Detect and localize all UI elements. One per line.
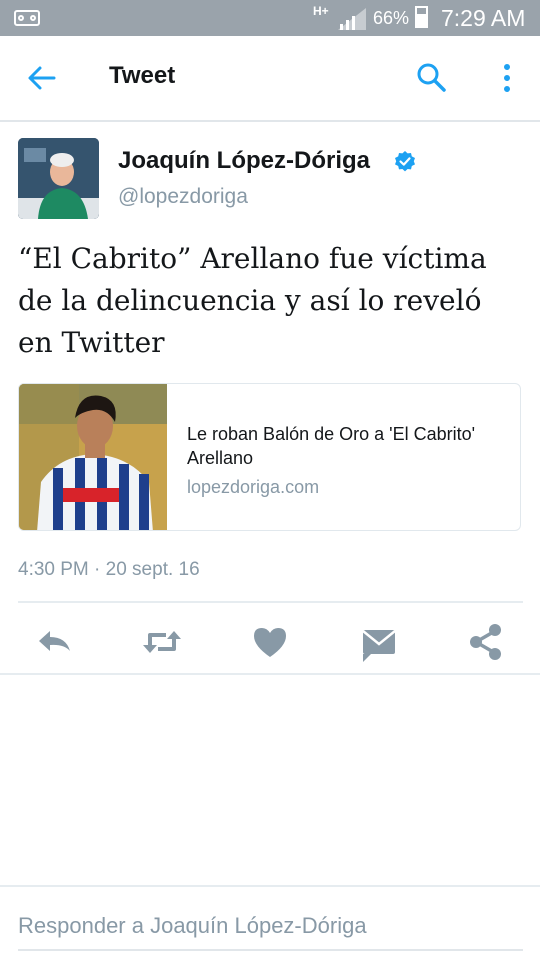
heart-icon[interactable] (248, 620, 292, 664)
retweet-icon[interactable] (140, 620, 184, 664)
reply-input[interactable] (18, 903, 523, 951)
tweet-timestamp: 4:30 PM · 20 sept. 16 (18, 559, 200, 580)
voicemail-icon (14, 10, 40, 26)
card-title: Le roban Balón de Oro a 'El Cabrito' Are… (187, 424, 476, 468)
action-bar (0, 612, 540, 672)
tweet-text: “El Cabrito” Arellano fue víctima de la … (18, 242, 487, 359)
search-icon[interactable] (414, 60, 448, 94)
reply-icon[interactable] (33, 620, 77, 664)
battery-icon (415, 6, 428, 28)
author-handle[interactable]: @lopezdoriga (118, 185, 248, 209)
more-vertical-icon[interactable] (496, 62, 518, 96)
arrow-left-icon[interactable] (26, 62, 58, 94)
app-bar: Tweet (0, 36, 540, 122)
author-name[interactable]: Joaquín López-Dóriga (118, 147, 370, 175)
clock: 7:29 AM (441, 5, 526, 31)
card-domain: lopezdoriga.com (187, 477, 320, 497)
envelope-icon[interactable] (357, 620, 401, 664)
reply-bar (0, 885, 540, 962)
battery-percent: 66% (373, 8, 410, 28)
network-type: H+ (313, 4, 329, 18)
verified-badge-icon (395, 151, 415, 172)
share-icon[interactable] (464, 620, 508, 664)
card-thumbnail (19, 384, 167, 530)
divider (18, 601, 523, 603)
avatar[interactable] (18, 138, 99, 219)
page-title: Tweet (109, 62, 176, 89)
divider (0, 673, 540, 675)
status-bar: H+ 66% 7:29 AM (0, 0, 540, 36)
link-card[interactable]: Le roban Balón de Oro a 'El Cabrito' Are… (18, 383, 521, 531)
signal-icon (338, 8, 366, 30)
